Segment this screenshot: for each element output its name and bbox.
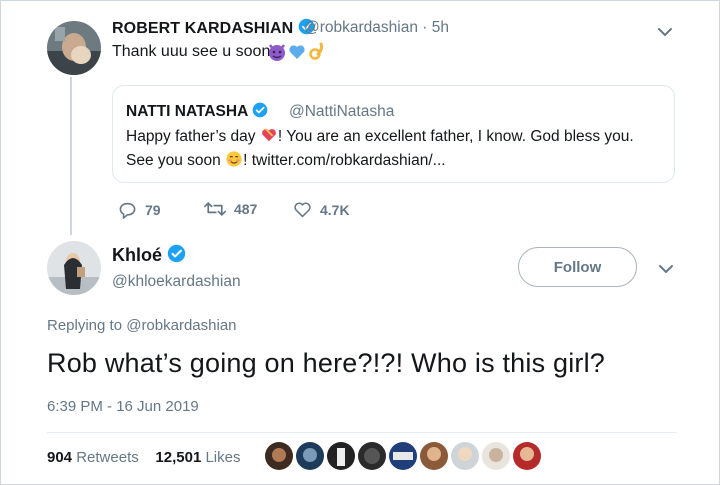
- heart-ribbon-emoji-icon: [261, 128, 276, 142]
- quoted-link-text[interactable]: ! twitter.com/robkardashian/...: [243, 152, 445, 169]
- reply-count: 79: [145, 202, 161, 218]
- retweet-action[interactable]: 487: [204, 201, 257, 217]
- devil-emoji-icon: [269, 44, 285, 61]
- chevron-down-icon[interactable]: [657, 27, 673, 37]
- tweet1-author-name[interactable]: ROBERT KARDASHIAN: [112, 20, 293, 37]
- verified-badge-icon: [167, 244, 186, 263]
- quoted-author-name[interactable]: NATTI NATASHA: [126, 103, 248, 120]
- tweet1-text: Thank uuu see u soon: [112, 43, 271, 60]
- verified-badge-icon: [252, 102, 268, 118]
- robkardashian-avatar[interactable]: [47, 21, 101, 75]
- like-count: 4.7K: [320, 201, 350, 218]
- likers-avatars: [265, 442, 541, 470]
- stats-divider: [47, 432, 677, 433]
- tweet2-author[interactable]: Khloé: [112, 244, 186, 266]
- tweet1-handle-time[interactable]: @robkardashian · 5h: [304, 19, 449, 37]
- quoted-text-part: Happy father’s day: [126, 128, 256, 145]
- quoted-text-part: ! You are an excellent father, I know. G…: [277, 128, 634, 145]
- quoted-tweet[interactable]: NATTI NATASHA @NattiNatasha Happy father…: [112, 85, 675, 183]
- tweet1-emojis: [267, 42, 327, 62]
- liker-avatar[interactable]: [265, 442, 293, 470]
- likes-label: Likes: [205, 449, 241, 466]
- tweet2-timestamp[interactable]: 6:39 PM - 16 Jun 2019: [47, 398, 199, 415]
- likes-stat[interactable]: 12,501 Likes: [155, 449, 240, 466]
- quoted-handle[interactable]: @NattiNatasha: [289, 103, 394, 121]
- replying-to[interactable]: Replying to @robkardashian: [47, 317, 237, 334]
- smiling-blush-emoji-icon: [226, 151, 242, 167]
- tweet2-author-name[interactable]: Khloé: [112, 245, 162, 265]
- ok-hand-icon: [309, 42, 324, 60]
- retweet-count: 487: [234, 201, 258, 217]
- blue-heart-icon: [289, 45, 305, 59]
- liker-avatar[interactable]: [513, 442, 541, 470]
- tweet2-handle[interactable]: @khloekardashian: [112, 273, 241, 291]
- heart-icon[interactable]: [293, 201, 312, 218]
- quoted-author[interactable]: NATTI NATASHA: [126, 102, 268, 121]
- tweet2-text: Rob what’s going on here?!?! Who is this…: [47, 348, 606, 378]
- retweets-stat[interactable]: 904 Retweets: [47, 449, 139, 466]
- quoted-text-line1: Happy father’s day ! You are an excellen…: [126, 126, 634, 146]
- liker-avatar[interactable]: [296, 442, 324, 470]
- liker-avatar[interactable]: [358, 442, 386, 470]
- follow-button[interactable]: Follow: [518, 247, 637, 287]
- retweets-count: 904: [47, 449, 73, 466]
- khloe-avatar[interactable]: [47, 241, 101, 295]
- tweet2-stats: 904 Retweets 12,501 Likes: [47, 449, 241, 466]
- retweets-label: Retweets: [76, 449, 139, 466]
- liker-avatar[interactable]: [482, 442, 510, 470]
- thread-line: [70, 77, 72, 235]
- reply-action[interactable]: 79: [118, 201, 161, 219]
- chevron-down-icon[interactable]: [658, 264, 674, 274]
- like-action[interactable]: 4.7K: [293, 201, 350, 218]
- tweet1-author[interactable]: ROBERT KARDASHIAN: [112, 18, 315, 38]
- liker-avatar[interactable]: [420, 442, 448, 470]
- liker-avatar[interactable]: [389, 442, 417, 470]
- quoted-text-line2: See you soon ! twitter.com/robkardashian…: [126, 150, 446, 170]
- likes-count: 12,501: [155, 449, 202, 466]
- liker-avatar[interactable]: [451, 442, 479, 470]
- retweet-icon[interactable]: [204, 201, 226, 217]
- quoted-text-part: See you soon: [126, 152, 221, 169]
- tweet-card: ROBERT KARDASHIAN @robkardashian · 5h Th…: [0, 0, 720, 485]
- reply-icon[interactable]: [118, 201, 137, 219]
- liker-avatar[interactable]: [327, 442, 355, 470]
